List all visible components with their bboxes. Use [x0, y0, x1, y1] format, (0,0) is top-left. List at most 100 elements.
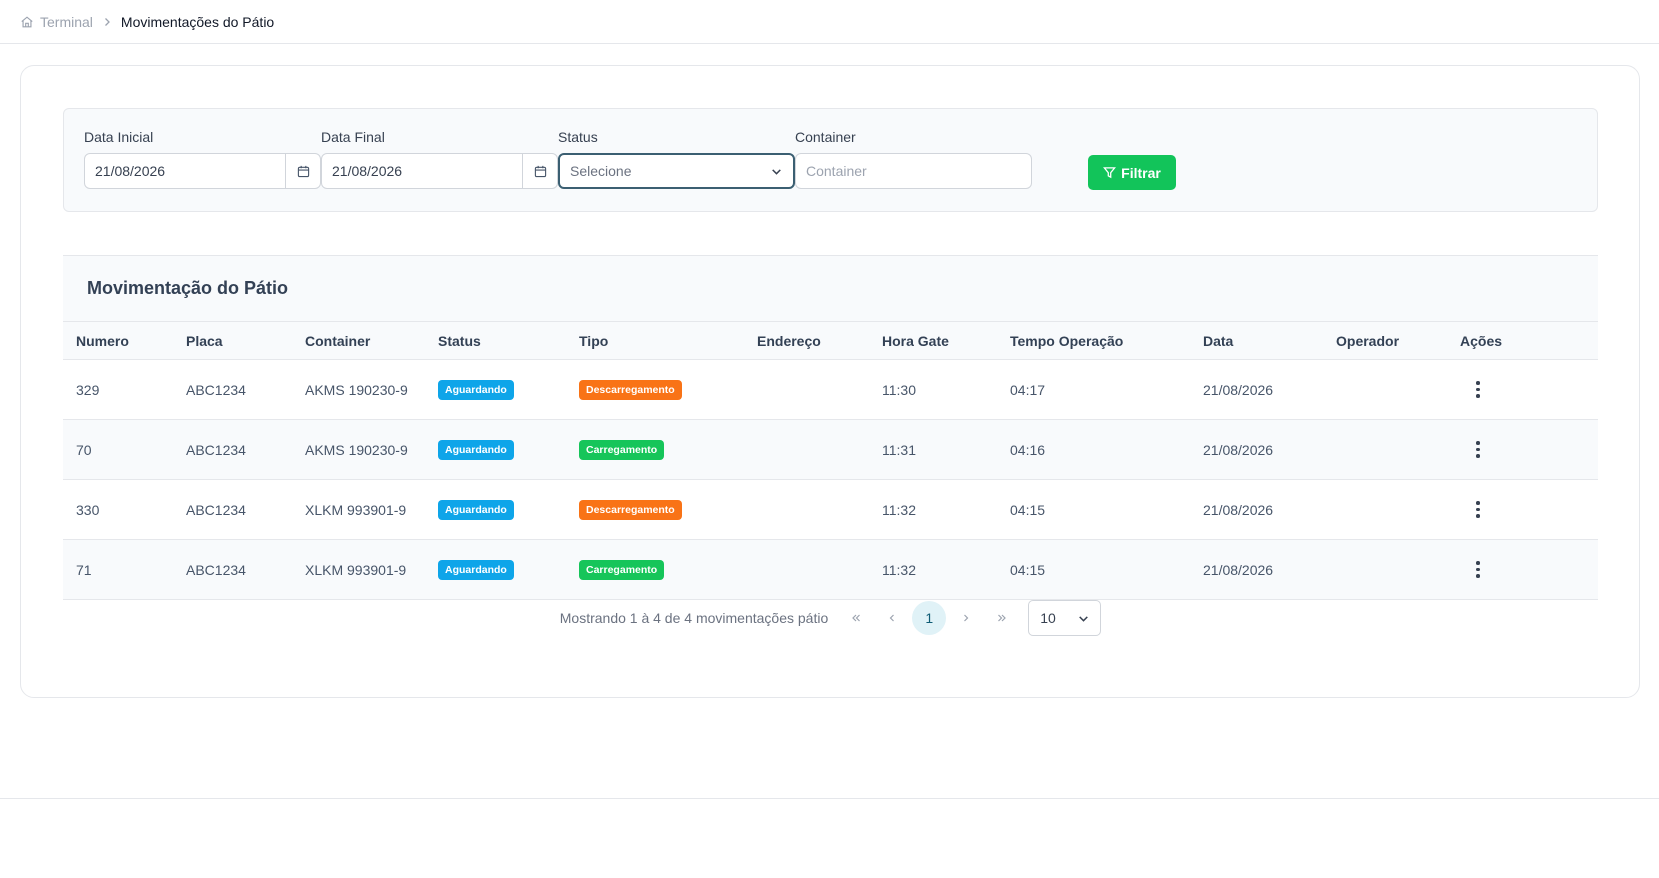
status-badge: Aguardando	[438, 379, 514, 400]
row-actions-button[interactable]	[1468, 420, 1488, 479]
rows-per-page-select[interactable]: 10	[1028, 600, 1102, 636]
cell-data: 21/08/2026	[1203, 441, 1274, 458]
kebab-menu-icon[interactable]	[1468, 560, 1488, 580]
column-header-acoes: Ações	[1460, 332, 1503, 349]
column-header-numero[interactable]: Numero	[76, 322, 129, 359]
end-date-group: Data Final 21/08/2026	[321, 129, 558, 189]
main-card: Data Inicial 21/08/2026 Data Final 21/08…	[20, 65, 1640, 698]
row-actions-button[interactable]	[1468, 360, 1488, 419]
status-select[interactable]: Selecione	[558, 153, 795, 189]
cell-numero: 330	[76, 501, 100, 518]
status-label: Status	[558, 129, 598, 145]
filter-icon	[1103, 166, 1117, 179]
column-header-tipo[interactable]: Tipo	[579, 322, 608, 359]
calendar-icon[interactable]	[285, 154, 320, 188]
cell-tempo-operacao: 04:16	[1010, 441, 1046, 458]
table-row[interactable]: 70 ABC1234 AKMS 190230-9 Aguardando Carr…	[63, 420, 1598, 480]
end-date-value[interactable]: 21/08/2026	[322, 154, 522, 188]
cell-data: 21/08/2026	[1203, 381, 1274, 398]
cell-placa: ABC1234	[186, 561, 246, 578]
type-badge: Carregamento	[579, 559, 665, 580]
cell-placa: ABC1234	[186, 501, 246, 518]
column-header-container[interactable]: Container	[305, 322, 370, 359]
cell-status: Aguardando	[438, 540, 514, 599]
cell-status: Aguardando	[438, 420, 514, 479]
start-date-value[interactable]: 21/08/2026	[85, 154, 285, 188]
status-badge: Aguardando	[438, 439, 514, 460]
page: Terminal Movimentações do Pátio Data Ini…	[0, 0, 1659, 878]
row-actions-button[interactable]	[1468, 480, 1488, 539]
kebab-menu-icon[interactable]	[1468, 380, 1488, 400]
pagination-summary: Mostrando 1 à 4 de 4 movimentações pátio	[559, 610, 829, 626]
start-date-group: Data Inicial 21/08/2026	[84, 129, 321, 189]
type-badge: Descarregamento	[579, 499, 682, 520]
kebab-menu-icon[interactable]	[1468, 440, 1488, 460]
cell-tipo: Descarregamento	[579, 480, 682, 539]
type-badge: Descarregamento	[579, 379, 682, 400]
cell-tipo: Carregamento	[579, 540, 665, 599]
end-date-label: Data Final	[321, 129, 385, 145]
cell-hora-gate: 11:31	[882, 441, 916, 458]
cell-tempo-operacao: 04:17	[1010, 381, 1046, 398]
cell-container: XLKM 993901-9	[305, 501, 407, 518]
double-chevron-left-icon[interactable]	[838, 600, 874, 636]
cell-tipo: Descarregamento	[579, 360, 682, 419]
table-row[interactable]: 330 ABC1234 XLKM 993901-9 Aguardando Des…	[63, 480, 1598, 540]
status-badge: Aguardando	[438, 559, 514, 580]
end-date-field[interactable]: 21/08/2026	[321, 153, 558, 189]
breadcrumb-current: Movimentações do Pátio	[120, 13, 275, 30]
cell-numero: 70	[76, 441, 92, 458]
chevron-left-icon[interactable]	[874, 600, 910, 636]
column-header-endereco[interactable]: Endereço	[757, 322, 821, 359]
container-placeholder: Container	[806, 163, 867, 179]
cell-tipo: Carregamento	[579, 420, 665, 479]
filter-panel: Data Inicial 21/08/2026 Data Final 21/08…	[63, 108, 1598, 212]
cell-container: AKMS 190230-9	[305, 381, 408, 398]
cell-data: 21/08/2026	[1203, 561, 1274, 578]
type-badge: Carregamento	[579, 439, 665, 460]
column-header-placa[interactable]: Placa	[186, 322, 223, 359]
cell-numero: 329	[76, 381, 100, 398]
chevron-down-icon	[770, 165, 783, 178]
cell-placa: ABC1234	[186, 381, 246, 398]
column-header-hora-gate[interactable]: Hora Gate	[882, 322, 949, 359]
page-button-current[interactable]: 1	[912, 601, 947, 635]
table-header-row: Numero Placa Container Status Tipo Ender…	[63, 322, 1598, 360]
filter-button-label: Filtrar	[1121, 164, 1161, 181]
cell-tempo-operacao: 04:15	[1010, 561, 1046, 578]
chevron-right-icon[interactable]	[948, 600, 984, 636]
column-header-operador[interactable]: Operador	[1336, 322, 1399, 359]
breadcrumb-home-link[interactable]: Terminal	[20, 14, 93, 30]
cell-status: Aguardando	[438, 480, 514, 539]
double-chevron-right-icon[interactable]	[984, 600, 1020, 636]
filter-button[interactable]: Filtrar	[1088, 155, 1176, 190]
calendar-icon[interactable]	[522, 154, 557, 188]
bottom-divider	[0, 798, 1659, 878]
container-label: Container	[795, 129, 856, 145]
kebab-menu-icon[interactable]	[1468, 500, 1488, 520]
column-header-tempo-operacao[interactable]: Tempo Operação	[1010, 322, 1123, 359]
column-header-data[interactable]: Data	[1203, 322, 1233, 359]
cell-hora-gate: 11:32	[882, 561, 916, 578]
breadcrumb-root-label: Terminal	[40, 13, 93, 30]
cell-status: Aguardando	[438, 360, 514, 419]
pagination: Mostrando 1 à 4 de 4 movimentações pátio…	[63, 598, 1598, 638]
table-row[interactable]: 329 ABC1234 AKMS 190230-9 Aguardando Des…	[63, 360, 1598, 420]
status-badge: Aguardando	[438, 499, 514, 520]
table-row[interactable]: 71 ABC1234 XLKM 993901-9 Aguardando Carr…	[63, 540, 1598, 600]
row-actions-button[interactable]	[1468, 540, 1488, 599]
breadcrumb: Terminal Movimentações do Pátio	[0, 0, 1659, 44]
rows-per-page-value: 10	[1040, 610, 1056, 626]
chevron-right-icon	[101, 16, 113, 28]
table-title: Movimentação do Pátio	[87, 278, 289, 298]
home-icon	[20, 15, 34, 29]
start-date-field[interactable]: 21/08/2026	[84, 153, 321, 189]
container-input[interactable]: Container	[795, 153, 1032, 189]
cell-container: XLKM 993901-9	[305, 561, 407, 578]
cell-numero: 71	[76, 561, 92, 578]
status-group: Status Selecione	[558, 129, 795, 189]
cell-hora-gate: 11:30	[882, 381, 916, 398]
table-title-bar: Movimentação do Pátio	[63, 255, 1598, 322]
column-header-status[interactable]: Status	[438, 322, 481, 359]
status-select-value: Selecione	[570, 163, 632, 179]
